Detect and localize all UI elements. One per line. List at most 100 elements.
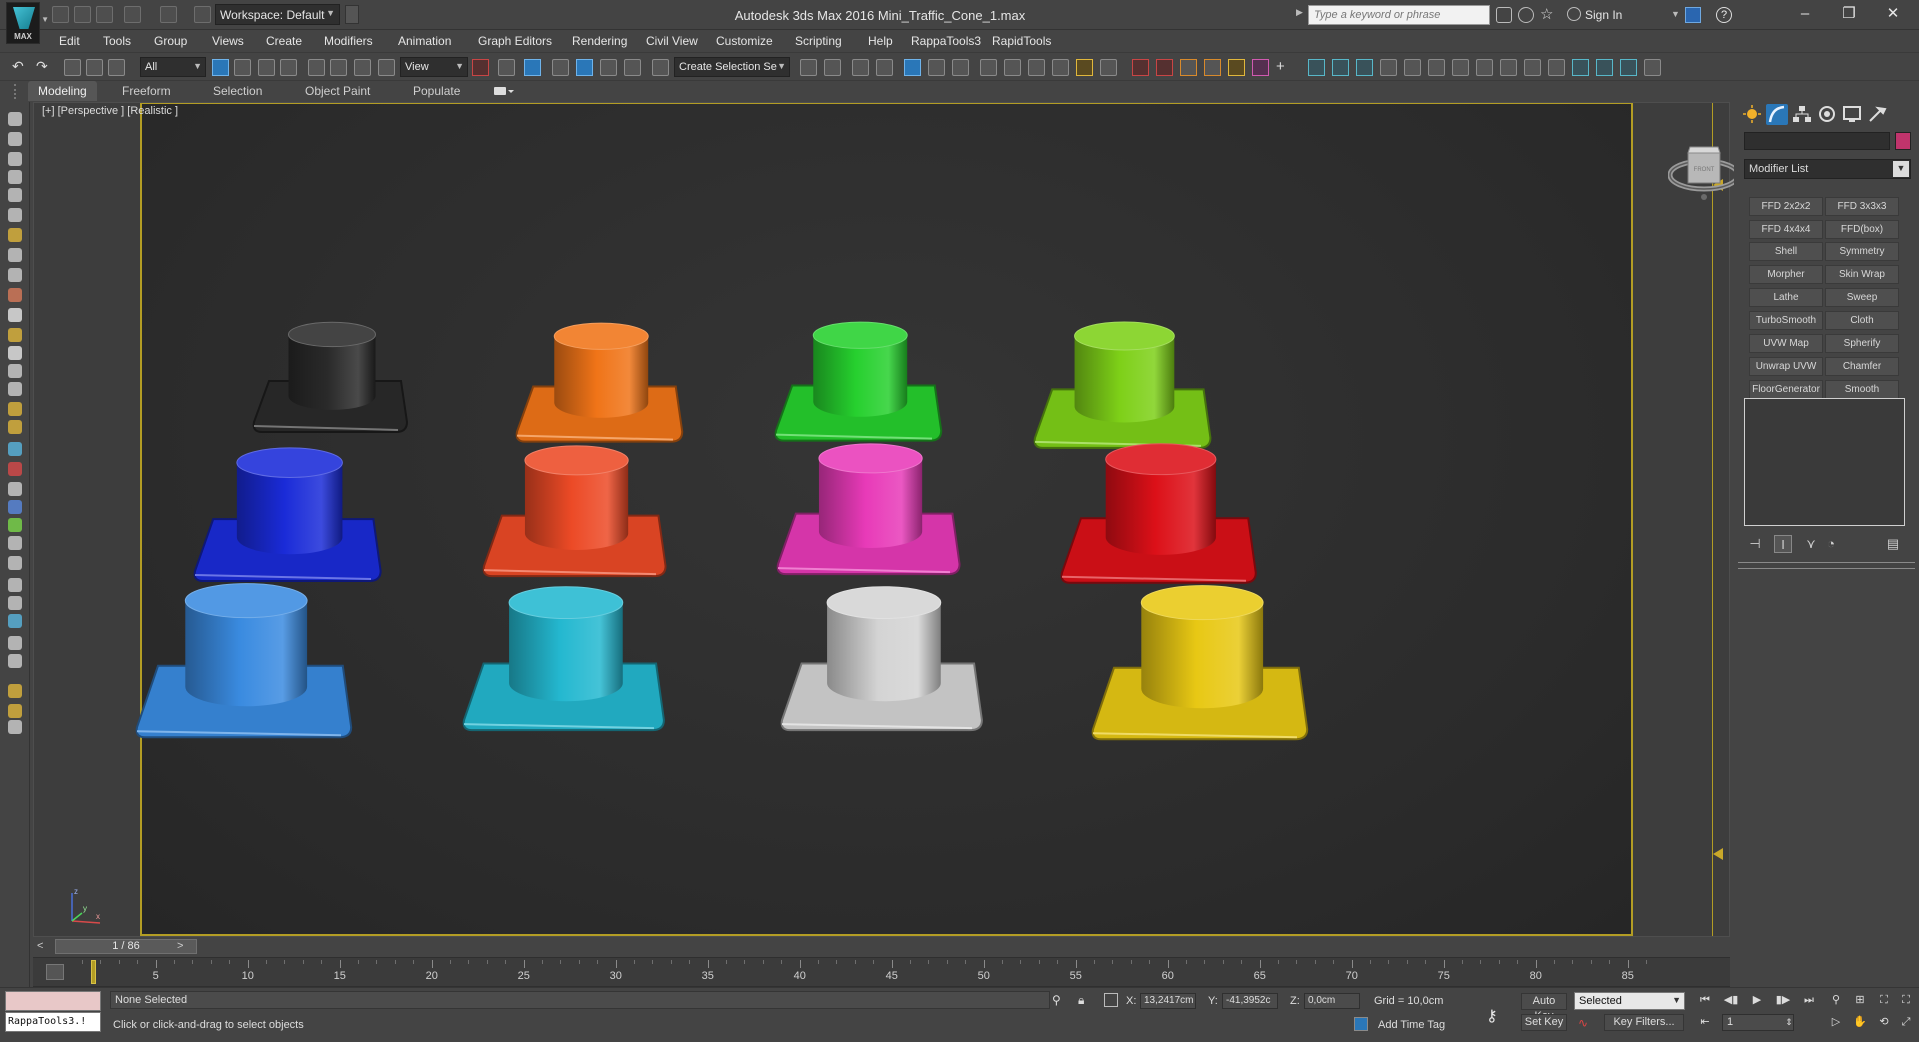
angle-snap-icon[interactable] <box>576 59 593 76</box>
placement-icon[interactable] <box>378 59 395 76</box>
cone-lime[interactable] <box>1033 321 1212 449</box>
menu-rappatools3[interactable]: RappaTools3 <box>911 34 981 48</box>
key-mode-select[interactable]: Selected ▼ <box>1574 992 1685 1010</box>
sun-light-icon[interactable] <box>1228 59 1245 76</box>
warning-icon[interactable] <box>1076 59 1093 76</box>
cone-blue[interactable] <box>193 447 382 583</box>
rapidtools-h-icon[interactable] <box>1476 59 1493 76</box>
keyboard-shortcut-override-icon[interactable] <box>524 59 541 76</box>
modifier-button-chamfer[interactable]: Chamfer <box>1825 357 1899 376</box>
zoom-extents-icon[interactable]: ⛶ <box>1876 992 1892 1008</box>
cylinder-icon[interactable] <box>8 364 22 378</box>
key-filters-button[interactable]: Key Filters... <box>1604 1014 1684 1031</box>
orbit-icon[interactable]: ⟲ <box>1876 1014 1892 1030</box>
scene-explorer-icon[interactable] <box>876 59 893 76</box>
play-icon[interactable]: ▶ <box>1748 992 1766 1008</box>
rappatools-e-icon[interactable] <box>1252 59 1269 76</box>
modifier-button-shell[interactable]: Shell <box>1749 242 1823 261</box>
rendered-frame-window-icon[interactable] <box>1028 59 1045 76</box>
autodesk-exchange-icon[interactable] <box>1685 7 1701 23</box>
modifier-button-sweep[interactable]: Sweep <box>1825 288 1899 307</box>
cone-light-blue[interactable] <box>135 583 353 739</box>
light-icon[interactable] <box>8 402 22 416</box>
snap-icon[interactable] <box>8 248 22 262</box>
user-icon[interactable] <box>1567 7 1581 21</box>
tree-icon[interactable] <box>8 518 22 532</box>
cone-black[interactable] <box>252 321 409 433</box>
pin-stack-icon[interactable]: ⊣ <box>1746 535 1764 553</box>
cone-yellow[interactable] <box>1091 585 1309 741</box>
remove-modifier-icon[interactable]: ◔ <box>1822 535 1840 553</box>
hierarchy-tab-icon[interactable] <box>1791 104 1813 125</box>
percent-snap-icon[interactable] <box>600 59 617 76</box>
star-icon[interactable]: ☆ <box>1540 7 1556 23</box>
rapidtools-k-icon[interactable] <box>1548 59 1565 76</box>
modifier-button-floorgenerator[interactable]: FloorGenerator <box>1749 380 1823 399</box>
modifier-button-cloth[interactable]: Cloth <box>1825 311 1899 330</box>
cube-icon[interactable] <box>8 614 22 628</box>
pin-tool-icon[interactable] <box>1100 59 1117 76</box>
next-key-icon[interactable]: ▮▶ <box>1774 992 1792 1008</box>
lasso-icon[interactable] <box>8 132 22 146</box>
menu-create[interactable]: Create <box>266 34 302 48</box>
viewport-scene[interactable] <box>34 103 1729 936</box>
maxscript-input[interactable]: RappaTools3.! <box>5 1012 101 1032</box>
rotate-icon[interactable] <box>330 59 347 76</box>
reference-coordinate-select[interactable]: View ▼ <box>400 57 468 77</box>
window-crossing-icon[interactable] <box>280 59 297 76</box>
menu-tools[interactable]: Tools <box>103 34 131 48</box>
current-frame-marker[interactable] <box>91 960 96 984</box>
modifier-list-select[interactable]: Modifier List ▼ <box>1744 159 1911 179</box>
select-manipulate-icon[interactable] <box>498 59 515 76</box>
magnet-icon[interactable] <box>8 556 22 570</box>
chart-icon[interactable] <box>8 684 22 698</box>
paint-icon[interactable] <box>8 288 22 302</box>
menu-views[interactable]: Views <box>212 34 244 48</box>
object-name-field[interactable] <box>1744 132 1890 150</box>
clipboard-icon[interactable] <box>8 152 22 166</box>
time-slider[interactable]: < 1 / 86 > <box>33 937 1730 957</box>
absolute-mode-icon[interactable] <box>1104 993 1118 1007</box>
select-object-icon[interactable] <box>212 59 229 76</box>
open-file-icon[interactable] <box>74 6 91 23</box>
key-icon[interactable]: ⚷ <box>1486 1006 1512 1025</box>
snaps-toggle-icon[interactable] <box>552 59 569 76</box>
save-file-icon[interactable] <box>96 6 113 23</box>
object-color-swatch[interactable] <box>1895 132 1911 150</box>
rappatools-a-icon[interactable] <box>1132 59 1149 76</box>
menu-customize[interactable]: Customize <box>716 34 773 48</box>
add-time-tag-button[interactable]: Add Time Tag <box>1378 1019 1445 1031</box>
menu-rapidtools[interactable]: RapidTools <box>992 34 1051 48</box>
time-tag-icon[interactable] <box>1354 1017 1368 1031</box>
rapidtools-i-icon[interactable] <box>1500 59 1517 76</box>
cone-red[interactable] <box>1060 443 1257 584</box>
pencil-icon[interactable] <box>8 112 22 126</box>
field-of-view-icon[interactable]: ▷ <box>1828 1014 1844 1030</box>
spline-icon[interactable] <box>8 442 22 456</box>
render-setup-icon[interactable] <box>1004 59 1021 76</box>
viewcube[interactable]: FRONT <box>1668 131 1740 203</box>
default-tangent-icon[interactable]: ∿ <box>1578 1016 1596 1030</box>
rapidtools-n-icon[interactable] <box>1620 59 1637 76</box>
perspective-viewport[interactable]: [+] [Perspective ] [Realistic ] FRONT z … <box>33 102 1740 937</box>
application-button[interactable]: MAX ▼ <box>6 2 49 44</box>
project-folder-icon[interactable] <box>194 6 211 23</box>
rapidtools-j-icon[interactable] <box>1524 59 1541 76</box>
rapidtools-l-icon[interactable] <box>1572 59 1589 76</box>
search-icon[interactable] <box>8 578 22 592</box>
arrow-icon[interactable] <box>8 462 22 476</box>
cone-orange[interactable] <box>515 322 684 443</box>
bind-to-space-warp-icon[interactable] <box>108 59 125 76</box>
rapidtools-g-icon[interactable] <box>1452 59 1469 76</box>
tab-freeform[interactable]: Freeform <box>112 81 181 101</box>
next-frame-icon[interactable]: > <box>177 940 191 954</box>
minimize-button[interactable]: – <box>1785 3 1825 25</box>
menu-edit[interactable]: Edit <box>59 34 80 48</box>
show-end-result-icon[interactable]: Ι <box>1774 535 1792 553</box>
named-selection-set-select[interactable]: Create Selection Se ▼ <box>674 57 790 77</box>
utilities-tab-icon[interactable] <box>1866 104 1888 125</box>
redo-icon[interactable]: ↷ <box>36 59 53 76</box>
help-icon[interactable]: ? <box>1716 7 1732 23</box>
frame-spinner-icon[interactable]: ⇕ <box>1780 1014 1798 1030</box>
rappatools-c-icon[interactable] <box>1180 59 1197 76</box>
